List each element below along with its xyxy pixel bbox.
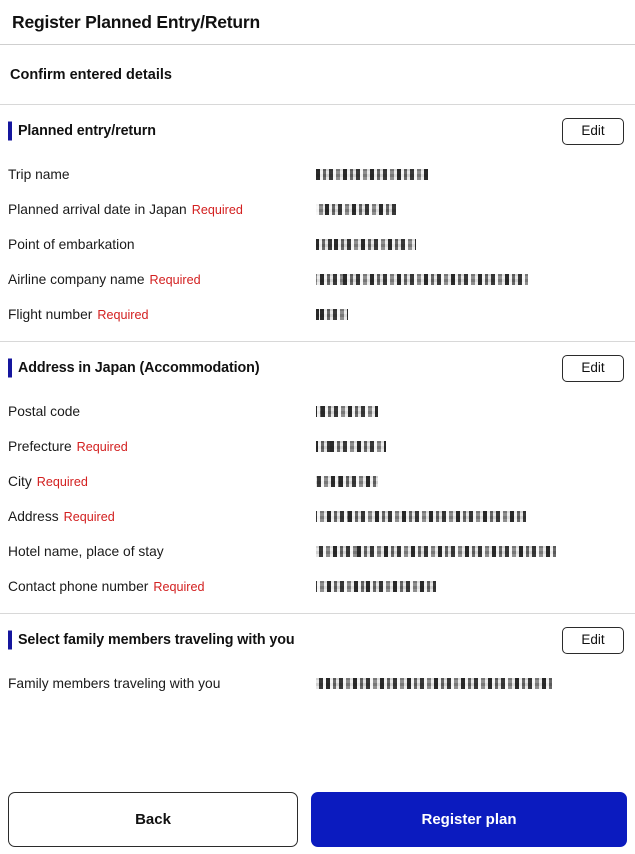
page-title: Register Planned Entry/Return <box>12 11 261 32</box>
field-label: Prefecture Required <box>8 439 128 454</box>
field-list: Trip name Planned arrival date in Japan Re… <box>8 157 627 341</box>
field-label: Contact phone number Required <box>8 579 204 594</box>
field-label: Planned arrival date in Japan Required <box>8 202 243 217</box>
field-label-text: Point of embarkation <box>8 237 135 252</box>
field-value <box>316 201 396 219</box>
field-row: Point of embarkation <box>8 227 627 262</box>
edit-button[interactable]: Edit <box>562 626 624 654</box>
redacted-value <box>316 273 528 285</box>
field-label: Point of embarkation <box>8 237 135 252</box>
field-label-text: Airline company name <box>8 272 145 287</box>
field-label-text: Trip name <box>8 167 70 182</box>
redacted-value <box>316 545 556 557</box>
field-label: Airline company name Required <box>8 272 201 287</box>
section-1: Planned entry/return Edit Trip name Planned… <box>0 105 635 342</box>
section-header: Address in Japan (Accommodation) Edit <box>8 342 627 394</box>
redacted-value <box>316 475 378 487</box>
section-header: Planned entry/return Edit <box>8 105 627 157</box>
redacted-value <box>316 440 386 452</box>
field-value <box>316 438 386 456</box>
field-value <box>316 271 528 289</box>
redacted-value <box>316 168 428 180</box>
field-label-text: Contact phone number <box>8 579 149 594</box>
field-value <box>316 473 378 491</box>
field-value <box>316 403 378 421</box>
required-badge: Required <box>149 273 201 287</box>
field-label-text: Address <box>8 509 59 524</box>
redacted-value <box>316 238 416 250</box>
back-button[interactable]: Back <box>8 791 298 847</box>
required-badge: Required <box>191 203 243 217</box>
field-label-text: Prefecture <box>8 439 72 454</box>
field-value <box>316 578 436 596</box>
field-label: Address Required <box>8 509 115 524</box>
section-title: Select family members traveling with you <box>18 632 295 648</box>
redacted-value <box>316 405 378 417</box>
field-row: Trip name <box>8 157 627 192</box>
subheading-bar: Confirm entered details <box>0 45 635 105</box>
accent-bar-icon <box>8 630 12 650</box>
edit-button[interactable]: Edit <box>562 354 624 382</box>
field-value <box>316 675 552 693</box>
redacted-value <box>316 203 396 215</box>
field-value <box>316 508 526 526</box>
field-row: Address Required <box>8 499 627 534</box>
field-label-text: Planned arrival date in Japan <box>8 202 187 217</box>
required-badge: Required <box>76 440 128 454</box>
register-plan-button[interactable]: Register plan <box>311 791 627 847</box>
field-label-text: Postal code <box>8 404 81 419</box>
field-label-text: City <box>8 474 32 489</box>
field-row: Hotel name, place of stay <box>8 534 627 569</box>
page-header: Register Planned Entry/Return <box>0 0 635 45</box>
field-value <box>316 306 348 324</box>
field-label: Trip name <box>8 167 70 182</box>
required-badge: Required <box>97 308 149 322</box>
section-3: Select family members traveling with you… <box>0 614 635 710</box>
field-row: Contact phone number Required <box>8 569 627 604</box>
field-row: Prefecture Required <box>8 429 627 464</box>
sections-container: Planned entry/return Edit Trip name Planned… <box>0 105 635 710</box>
field-value <box>316 236 416 254</box>
field-value <box>316 166 428 184</box>
redacted-value <box>316 510 526 522</box>
section-title: Address in Japan (Accommodation) <box>18 360 260 376</box>
field-label-text: Hotel name, place of stay <box>8 544 164 559</box>
footer-actions: Back Register plan <box>0 784 635 854</box>
redacted-value <box>316 677 552 689</box>
field-list: Postal code Prefecture Required City Require… <box>8 394 627 613</box>
field-row: Family members traveling with you <box>8 666 627 701</box>
field-row: Airline company name Required <box>8 262 627 297</box>
field-row: Planned arrival date in Japan Required <box>8 192 627 227</box>
field-row: Postal code <box>8 394 627 429</box>
accent-bar-icon <box>8 121 12 141</box>
required-badge: Required <box>36 475 88 489</box>
field-label: Family members traveling with you <box>8 676 220 691</box>
required-badge: Required <box>63 510 115 524</box>
redacted-value <box>316 580 436 592</box>
section-header: Select family members traveling with you… <box>8 614 627 666</box>
field-label: Hotel name, place of stay <box>8 544 164 559</box>
field-value <box>316 543 556 561</box>
field-label: City Required <box>8 474 88 489</box>
field-label-text: Family members traveling with you <box>8 676 221 691</box>
field-list: Family members traveling with you <box>8 666 627 710</box>
field-label: Postal code <box>8 404 80 419</box>
field-label: Flight number Required <box>8 307 148 322</box>
section-title: Planned entry/return <box>18 123 156 139</box>
confirm-details-heading: Confirm entered details <box>10 66 172 83</box>
edit-button[interactable]: Edit <box>562 117 624 145</box>
field-row: Flight number Required <box>8 297 627 332</box>
required-badge: Required <box>153 580 205 594</box>
section-2: Address in Japan (Accommodation) Edit Post… <box>0 342 635 614</box>
redacted-value <box>316 308 348 320</box>
field-label-text: Flight number <box>8 307 93 322</box>
field-row: City Required <box>8 464 627 499</box>
accent-bar-icon <box>8 358 12 378</box>
